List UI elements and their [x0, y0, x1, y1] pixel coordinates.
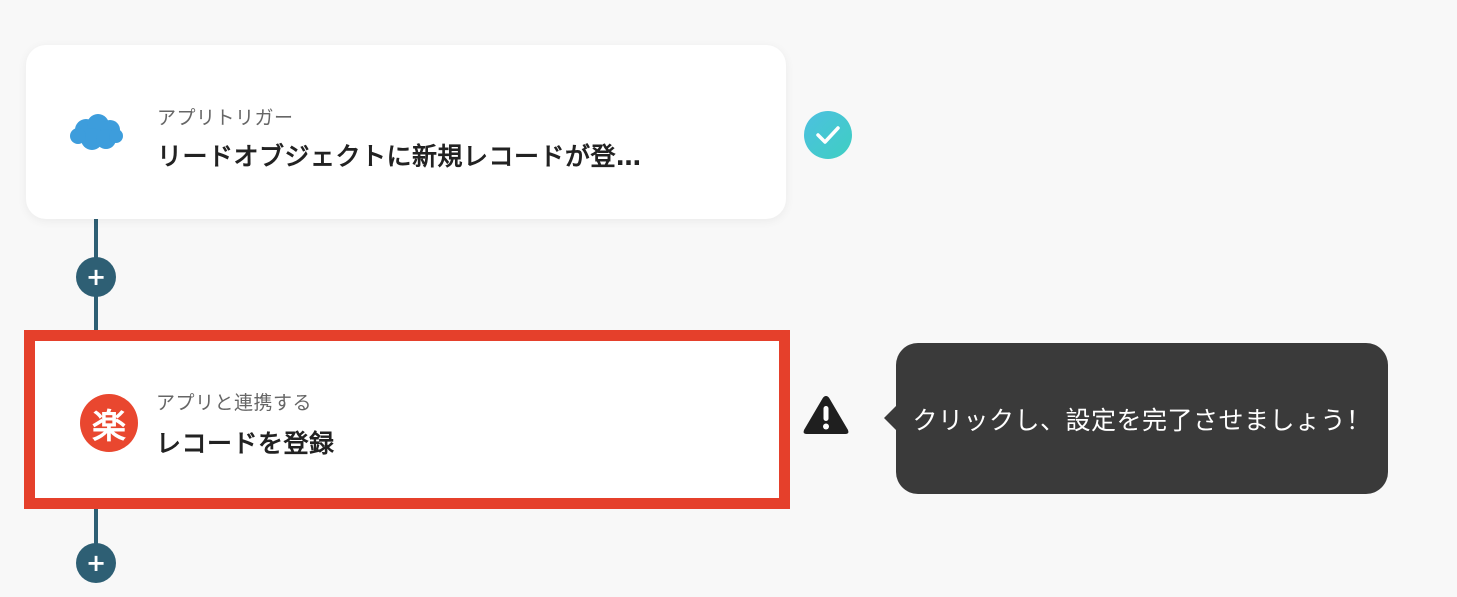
- plus-icon: +: [85, 549, 107, 577]
- action-step-card[interactable]: 楽 アプリと連携する レコードを登録: [24, 330, 790, 509]
- warning-icon: [801, 393, 851, 437]
- flow-canvas: アプリトリガー リードオブジェクトに新規レコードが登… + 楽 アプリと連携する…: [0, 0, 1457, 597]
- rakuten-icon: 楽: [80, 394, 138, 452]
- action-step-title: レコードを登録: [156, 429, 335, 458]
- salesforce-cloud-icon: [66, 103, 124, 161]
- trigger-step-card[interactable]: アプリトリガー リードオブジェクトに新規レコードが登…: [26, 45, 786, 219]
- setup-tooltip: クリックし、設定を完了させましょう！: [884, 343, 1388, 494]
- action-step-subtitle: アプリと連携する: [156, 392, 313, 414]
- add-step-button[interactable]: +: [76, 257, 116, 297]
- tooltip-text: クリックし、設定を完了させましょう！: [912, 405, 1372, 435]
- plus-icon: +: [85, 263, 107, 291]
- rakuten-icon-glyph: 楽: [80, 394, 138, 452]
- check-icon: [804, 111, 852, 159]
- add-step-button[interactable]: +: [76, 543, 116, 583]
- trigger-step-title: リードオブジェクトに新規レコードが登…: [157, 142, 642, 171]
- trigger-step-subtitle: アプリトリガー: [157, 107, 294, 129]
